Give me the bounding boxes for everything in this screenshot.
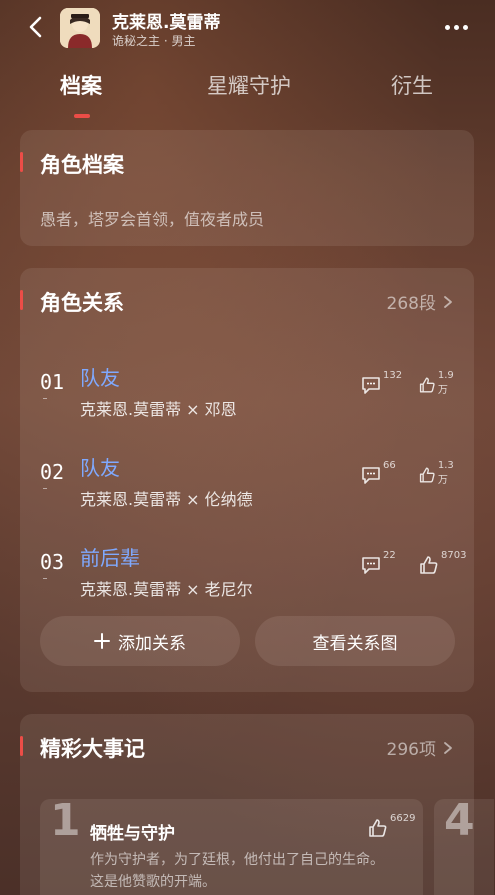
profile-text: 愚者，塔罗会首领，值夜者成员 — [40, 210, 265, 229]
like-count: 8703 — [441, 550, 467, 561]
chevron-left-icon — [29, 16, 42, 38]
comment-count: 132 — [383, 370, 403, 381]
avatar-image — [60, 8, 100, 48]
chevron-right-icon — [444, 741, 452, 754]
tab-indicator — [74, 114, 90, 118]
like-button[interactable]: 1.9万 — [418, 370, 460, 396]
more-dot — [463, 24, 468, 30]
event-card[interactable]: 1 牺牲与守护 作为守护者，为了廷根，他付出了自己的生命。这是他赞歌的开端。 6… — [40, 795, 423, 895]
relation-dash — [43, 398, 47, 399]
profile-title: 角色档案 — [40, 153, 124, 177]
thumbs-up-icon — [420, 556, 438, 574]
chevron-right-icon — [444, 295, 452, 308]
relation-dash — [43, 578, 47, 579]
thumbs-up-icon — [419, 377, 435, 393]
relation-number: 03 — [40, 550, 65, 574]
top-bar: 克莱恩.莫雷蒂 诡秘之主 · 男主 — [0, 0, 495, 56]
character-subtitle: 诡秘之主 · 男主 — [112, 34, 196, 48]
like-button[interactable]: 1.3万 — [418, 460, 460, 486]
event-number: 4 — [444, 795, 475, 846]
relation-dash — [43, 488, 47, 489]
tab-derivative[interactable]: 衍生 — [391, 70, 433, 100]
section-marker — [20, 290, 23, 310]
relations-more-link[interactable]: 268段 — [387, 289, 454, 314]
tab-profile[interactable]: 档案 — [60, 70, 102, 100]
relation-type[interactable]: 队友 — [80, 452, 120, 481]
comment-button[interactable]: 66 — [360, 460, 396, 486]
relation-item[interactable]: 02 队友 克莱恩.莫雷蒂 × 伦纳德 66 1.3万 — [40, 444, 460, 509]
profile-card[interactable]: 角色档案 愚者，塔罗会首领，值夜者成员 — [20, 130, 474, 246]
comment-button[interactable]: 22 — [360, 550, 396, 576]
comment-count: 22 — [383, 550, 396, 561]
relations-count: 268段 — [386, 294, 436, 314]
more-button[interactable] — [445, 16, 475, 38]
relation-item[interactable]: 03 前后辈 克莱恩.莫雷蒂 × 老尼尔 22 8703 — [40, 534, 466, 599]
tab-star-guard[interactable]: 星耀守护 — [207, 70, 291, 100]
back-button[interactable] — [22, 13, 50, 41]
comment-icon — [362, 467, 380, 484]
character-avatar[interactable] — [60, 8, 100, 48]
character-name: 克莱恩.莫雷蒂 — [112, 13, 221, 33]
relation-type[interactable]: 前后辈 — [80, 542, 140, 571]
tab-bar: 档案 星耀守护 衍生 — [0, 62, 495, 120]
like-count: 1.9万 — [437, 370, 454, 396]
relations-title: 角色关系 — [40, 291, 124, 315]
more-dots-icon — [445, 24, 450, 30]
more-dot — [454, 24, 459, 30]
relation-names: 克莱恩.莫雷蒂 × 邓恩 — [80, 400, 237, 419]
thumbs-up-icon — [369, 819, 387, 837]
relations-card: 角色关系 268段 01 队友 克莱恩.莫雷蒂 × 邓恩 132 1.9万 02… — [20, 268, 474, 692]
view-relation-graph-label: 查看关系图 — [312, 633, 398, 654]
relation-names: 克莱恩.莫雷蒂 × 伦纳德 — [80, 490, 253, 509]
like-count: 6629 — [390, 813, 416, 824]
event-title: 牺牲与守护 — [90, 824, 175, 844]
view-relation-graph-button[interactable]: 查看关系图 — [255, 616, 455, 666]
section-marker — [20, 152, 23, 172]
relation-number: 01 — [40, 370, 65, 394]
relation-item[interactable]: 01 队友 克莱恩.莫雷蒂 × 邓恩 132 1.9万 — [40, 354, 460, 419]
comment-icon — [362, 377, 380, 394]
events-more-link[interactable]: 296项 — [387, 735, 454, 760]
section-marker — [20, 736, 23, 756]
thumbs-up-icon — [419, 467, 435, 483]
relation-type[interactable]: 队友 — [80, 362, 120, 391]
plus-icon — [94, 633, 110, 649]
add-relation-button[interactable]: 添加关系 — [40, 616, 240, 666]
relation-number: 02 — [40, 460, 65, 484]
like-button[interactable]: 8703 — [418, 550, 466, 576]
event-number: 1 — [50, 795, 81, 846]
event-description: 作为守护者，为了廷根，他付出了自己的生命。这是他赞歌的开端。 — [90, 852, 384, 890]
like-button[interactable]: 6629 — [367, 813, 415, 839]
relation-names: 克莱恩.莫雷蒂 × 老尼尔 — [80, 580, 253, 599]
comment-count: 66 — [383, 460, 396, 471]
events-title: 精彩大事记 — [40, 737, 145, 761]
events-count: 296项 — [386, 740, 436, 760]
like-count: 1.3万 — [437, 460, 454, 486]
comment-icon — [362, 557, 380, 574]
add-relation-label: 添加关系 — [118, 633, 186, 654]
event-card[interactable]: 4 — [434, 795, 494, 895]
comment-button[interactable]: 132 — [360, 370, 402, 396]
